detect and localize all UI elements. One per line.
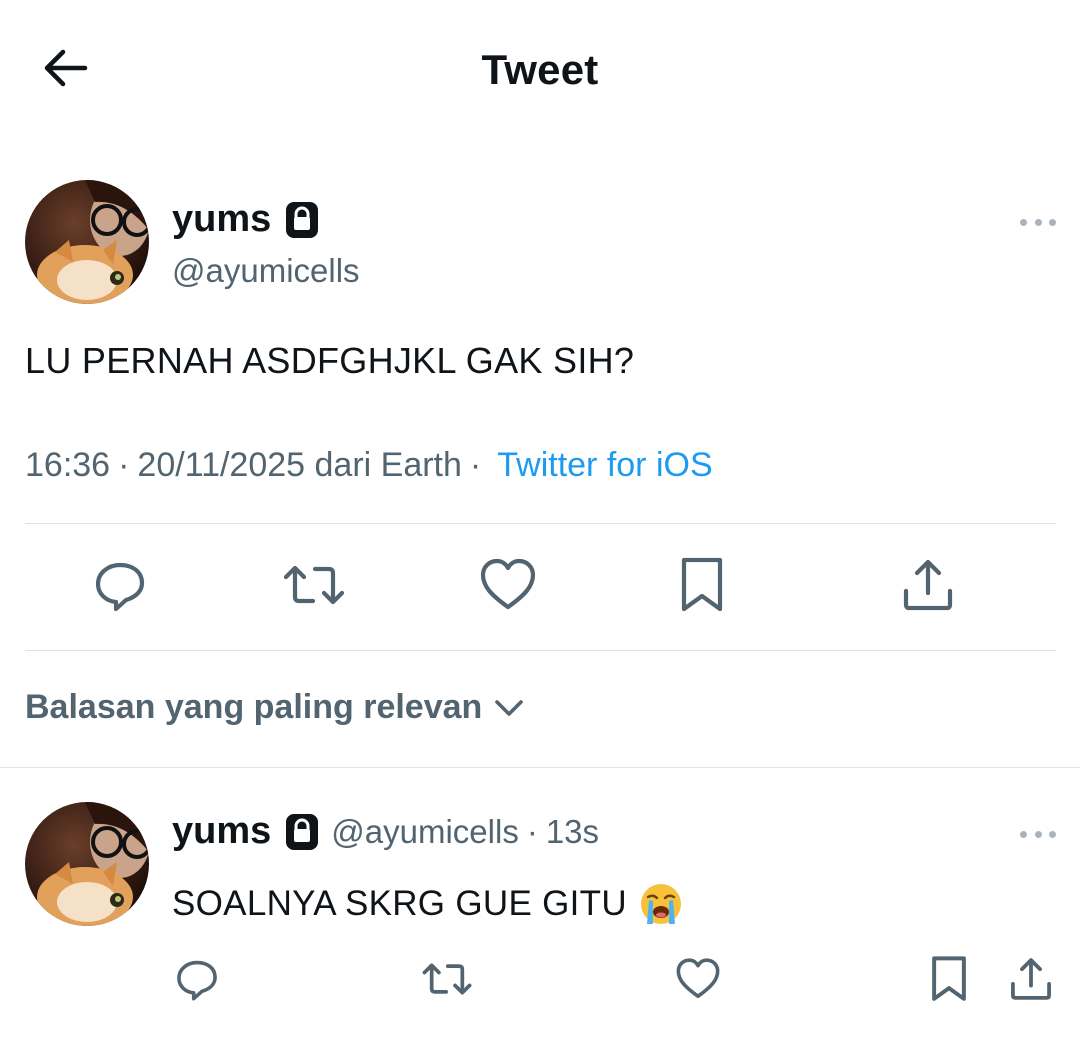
heart-icon [479,557,537,618]
chevron-down-icon [494,698,524,718]
meta-separator: · [118,446,130,484]
reply-text: SOALNYA SKRG GUE GITU [172,882,683,926]
retweet-button[interactable] [283,557,345,618]
retweet-icon [283,557,345,618]
author-handle[interactable]: @ayumicells [172,252,360,290]
reply-icon [174,956,220,1007]
tweet-text: LU PERNAH ASDFGHJKL GAK SIH? [25,340,635,381]
lock-icon [285,813,319,851]
avatar[interactable] [25,180,149,304]
bookmark-icon [930,955,968,1008]
tweet-meta: 16:36 · 20/11/2025 dari Earth · Twitter … [25,446,713,485]
bookmark-icon [679,556,725,619]
retweet-button[interactable] [422,956,472,1006]
reply-separator: · [526,812,538,850]
share-icon [900,557,956,618]
heart-icon [675,957,721,1006]
reply-author-handle[interactable]: @ayumicells [331,813,519,851]
page-title: Tweet [481,46,599,93]
tweet-action-bar [0,547,1080,627]
retweet-icon [422,956,472,1007]
tweet-date-location: 20/11/2025 dari Earth [137,446,462,484]
share-icon [1008,956,1054,1007]
reply-author-name[interactable]: yums [172,810,271,853]
reply-header: yums @ayumicells · 13s [172,810,599,853]
reply-button[interactable] [90,557,150,617]
bookmark-button[interactable] [924,955,974,1008]
tweet-source-link[interactable]: Twitter for iOS [497,446,712,485]
share-button[interactable] [1006,956,1056,1006]
more-options-icon[interactable] [1020,216,1056,228]
like-button[interactable] [478,557,538,617]
reply-action-bar [0,950,1080,1010]
meta-separator: · [469,446,482,484]
divider [25,523,1056,524]
lock-icon [285,201,319,239]
bookmark-button[interactable] [672,557,732,617]
share-button[interactable] [898,557,958,617]
reply-button[interactable] [172,956,222,1006]
loudly-crying-face-icon [639,882,683,926]
top-bar: Tweet [0,0,1080,140]
more-options-icon[interactable] [1020,828,1056,840]
tweet-time: 16:36 [25,446,111,484]
tweet-detail-page: Tweet yums @ayumicells LU PERNAH ASDFGHJ… [0,0,1080,1039]
author-name[interactable]: yums [172,198,271,241]
divider [25,650,1056,651]
reply-text-content: SOALNYA SKRG GUE GITU [172,884,627,923]
avatar[interactable] [25,802,149,926]
divider [0,767,1080,768]
author-info[interactable]: yums [172,198,319,241]
reply-icon [92,557,148,618]
reply-time[interactable]: 13s [546,813,599,851]
like-button[interactable] [673,956,723,1006]
replies-sort-toggle[interactable]: Balasan yang paling relevan [25,688,524,727]
replies-sort-label: Balasan yang paling relevan [25,688,483,726]
